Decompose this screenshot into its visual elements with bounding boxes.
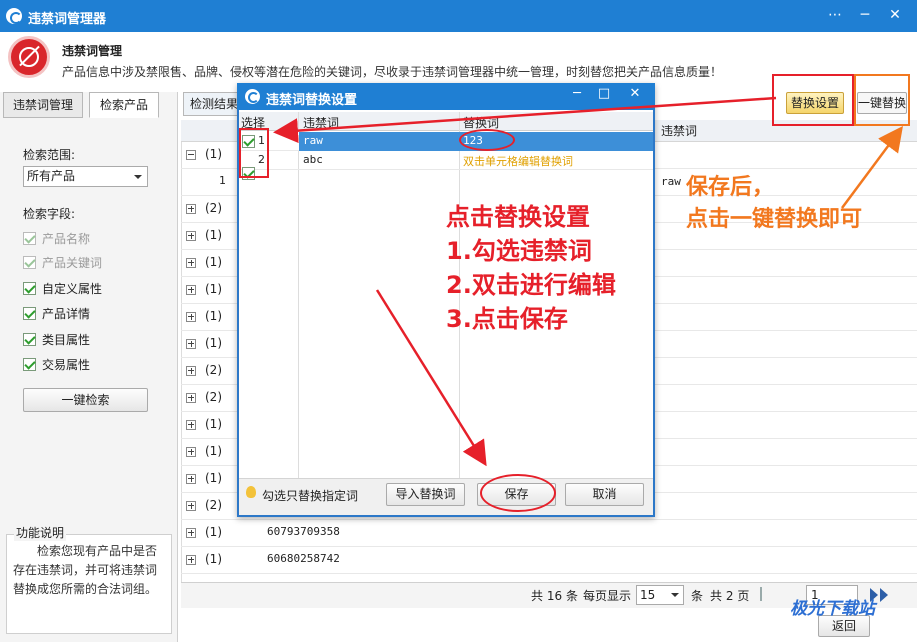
arrow-to-save bbox=[375, 289, 487, 467]
watermark: 极光下载站 bbox=[790, 599, 875, 619]
arrow-to-one-click bbox=[840, 125, 903, 209]
arrow-to-checkbox bbox=[273, 96, 777, 144]
annotation-arrows bbox=[273, 96, 903, 467]
